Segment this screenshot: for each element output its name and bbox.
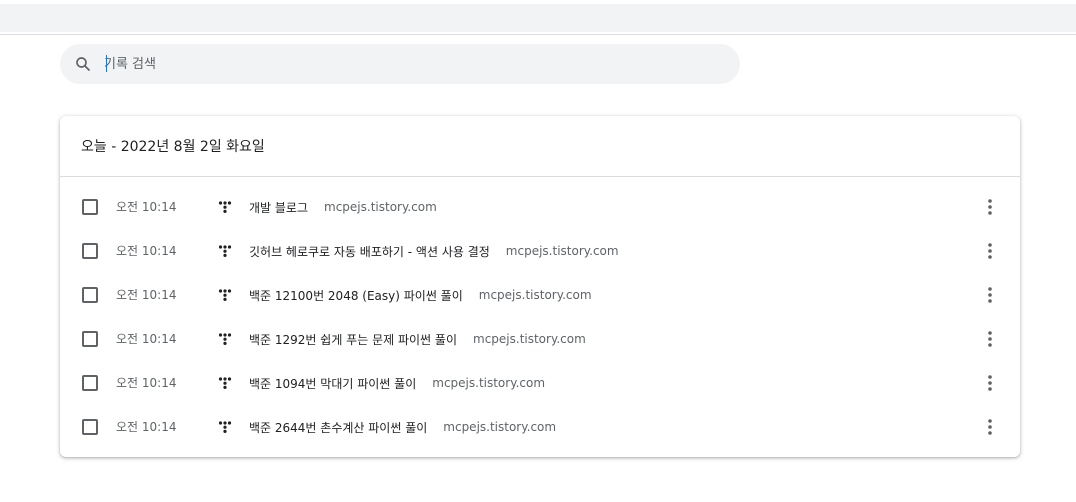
tistory-icon <box>218 245 232 257</box>
search-icon <box>76 57 90 71</box>
entry-menu-button[interactable] <box>978 371 1002 395</box>
entry-title-link[interactable]: 개발 블로그 <box>249 199 308 216</box>
search-input[interactable] <box>104 44 724 84</box>
entry-menu-button[interactable] <box>978 327 1002 351</box>
history-day-card: 오늘 - 2022년 8월 2일 화요일 오전 10:14 개발 블로그 mcp… <box>60 116 1020 457</box>
tistory-icon <box>218 201 232 213</box>
entry-checkbox[interactable] <box>82 243 98 259</box>
tistory-icon <box>218 289 232 301</box>
history-entry[interactable]: 오전 10:14 깃허브 헤로쿠로 자동 배포하기 - 액션 사용 결정 mcp… <box>60 229 1020 273</box>
entry-time: 오전 10:14 <box>116 420 177 434</box>
entry-title-link[interactable]: 백준 1094번 막대기 파이썬 풀이 <box>249 375 416 392</box>
entry-domain: mcpejs.tistory.com <box>443 420 557 434</box>
history-entry[interactable]: 오전 10:14 백준 1292번 쉽게 푸는 문제 파이썬 풀이 mcpejs… <box>60 317 1020 361</box>
tistory-icon <box>218 421 232 433</box>
more-vert-icon <box>988 199 992 215</box>
entry-checkbox[interactable] <box>82 375 98 391</box>
tistory-icon <box>218 377 232 389</box>
more-vert-icon <box>988 419 992 435</box>
entry-time: 오전 10:14 <box>116 376 177 390</box>
entry-title-link[interactable]: 백준 2644번 촌수계산 파이썬 풀이 <box>249 419 427 436</box>
entry-checkbox[interactable] <box>82 419 98 435</box>
entry-domain: mcpejs.tistory.com <box>478 288 592 302</box>
entry-title-link[interactable]: 깃허브 헤로쿠로 자동 배포하기 - 액션 사용 결정 <box>249 243 490 260</box>
more-vert-icon <box>988 375 992 391</box>
entry-domain: mcpejs.tistory.com <box>505 244 619 258</box>
entry-checkbox[interactable] <box>82 287 98 303</box>
entry-checkbox[interactable] <box>82 199 98 215</box>
entry-title-link[interactable]: 백준 12100번 2048 (Easy) 파이썬 풀이 <box>249 287 463 304</box>
history-entry[interactable]: 오전 10:14 개발 블로그 mcpejs.tistory.com <box>60 185 1020 229</box>
entry-menu-button[interactable] <box>978 415 1002 439</box>
entry-checkbox[interactable] <box>82 331 98 347</box>
entry-menu-button[interactable] <box>978 195 1002 219</box>
toolbar-strip <box>0 4 1076 32</box>
entry-domain: mcpejs.tistory.com <box>473 332 586 346</box>
history-list: 오전 10:14 개발 블로그 mcpejs.tistory.com 오전 10… <box>60 177 1020 449</box>
history-entry[interactable]: 오전 10:14 백준 1094번 막대기 파이썬 풀이 mcpejs.tist… <box>60 361 1020 405</box>
entry-title-link[interactable]: 백준 1292번 쉽게 푸는 문제 파이썬 풀이 <box>249 331 457 348</box>
more-vert-icon <box>988 287 992 303</box>
history-search-box[interactable] <box>60 44 740 84</box>
history-entry[interactable]: 오전 10:14 백준 2644번 촌수계산 파이썬 풀이 mcpejs.tis… <box>60 405 1020 449</box>
entry-time: 오전 10:14 <box>116 332 177 346</box>
history-entry[interactable]: 오전 10:14 백준 12100번 2048 (Easy) 파이썬 풀이 mc… <box>60 273 1020 317</box>
more-vert-icon <box>988 331 992 347</box>
entry-time: 오전 10:14 <box>116 244 177 258</box>
entry-time: 오전 10:14 <box>116 200 177 214</box>
entry-domain: mcpejs.tistory.com <box>432 376 546 390</box>
more-vert-icon <box>988 243 992 259</box>
toolbar-divider <box>0 34 1076 35</box>
entry-menu-button[interactable] <box>978 283 1002 307</box>
text-cursor <box>106 55 107 72</box>
entry-domain: mcpejs.tistory.com <box>324 200 437 214</box>
day-header: 오늘 - 2022년 8월 2일 화요일 <box>60 116 1020 177</box>
entry-time: 오전 10:14 <box>116 288 177 302</box>
tistory-icon <box>218 333 232 345</box>
entry-menu-button[interactable] <box>978 239 1002 263</box>
